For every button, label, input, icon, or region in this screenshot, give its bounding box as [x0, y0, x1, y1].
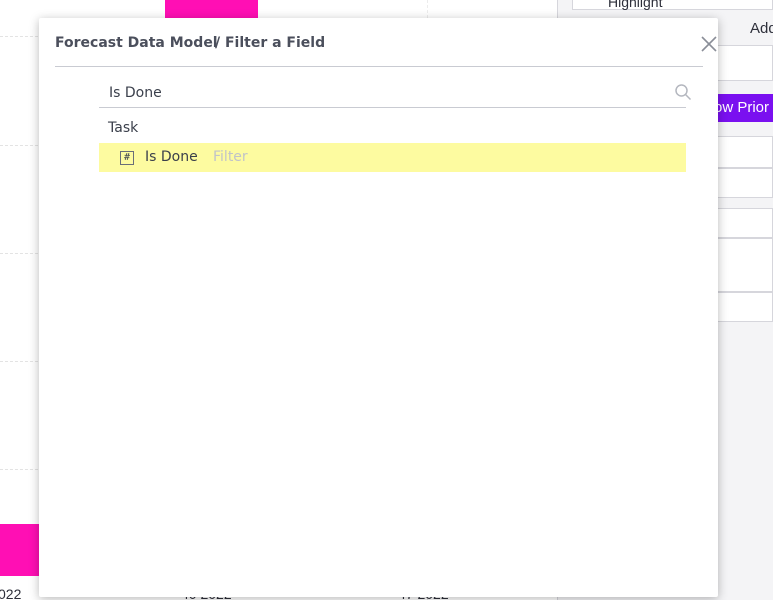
add-button[interactable]: Add: [750, 20, 773, 37]
filter-field-dialog: Forecast Data Model / Filter a Field Tas…: [39, 18, 718, 597]
highlight-field[interactable]: [572, 0, 773, 10]
group-label-task: Task: [108, 120, 139, 136]
dialog-title: Forecast Data Model: [55, 35, 218, 51]
dialog-header: Forecast Data Model / Filter a Field: [55, 18, 717, 67]
search-icon[interactable]: [674, 83, 692, 101]
highlight-label: Highlight: [608, 0, 663, 10]
dialog-subtitle: / Filter a Field: [215, 35, 326, 51]
chart-bar[interactable]: [0, 524, 39, 576]
close-button[interactable]: [699, 34, 719, 54]
chart-bar[interactable]: [165, 0, 258, 18]
close-icon: [701, 36, 717, 52]
field-name: Is Done: [145, 149, 198, 165]
field-result-row[interactable]: # Is Done Filter: [99, 143, 686, 172]
search-field: [99, 80, 692, 108]
x-tick-label: 022: [0, 586, 22, 600]
filter-action-link[interactable]: Filter: [213, 149, 248, 165]
number-field-icon: #: [120, 151, 134, 165]
search-input[interactable]: [99, 80, 659, 106]
